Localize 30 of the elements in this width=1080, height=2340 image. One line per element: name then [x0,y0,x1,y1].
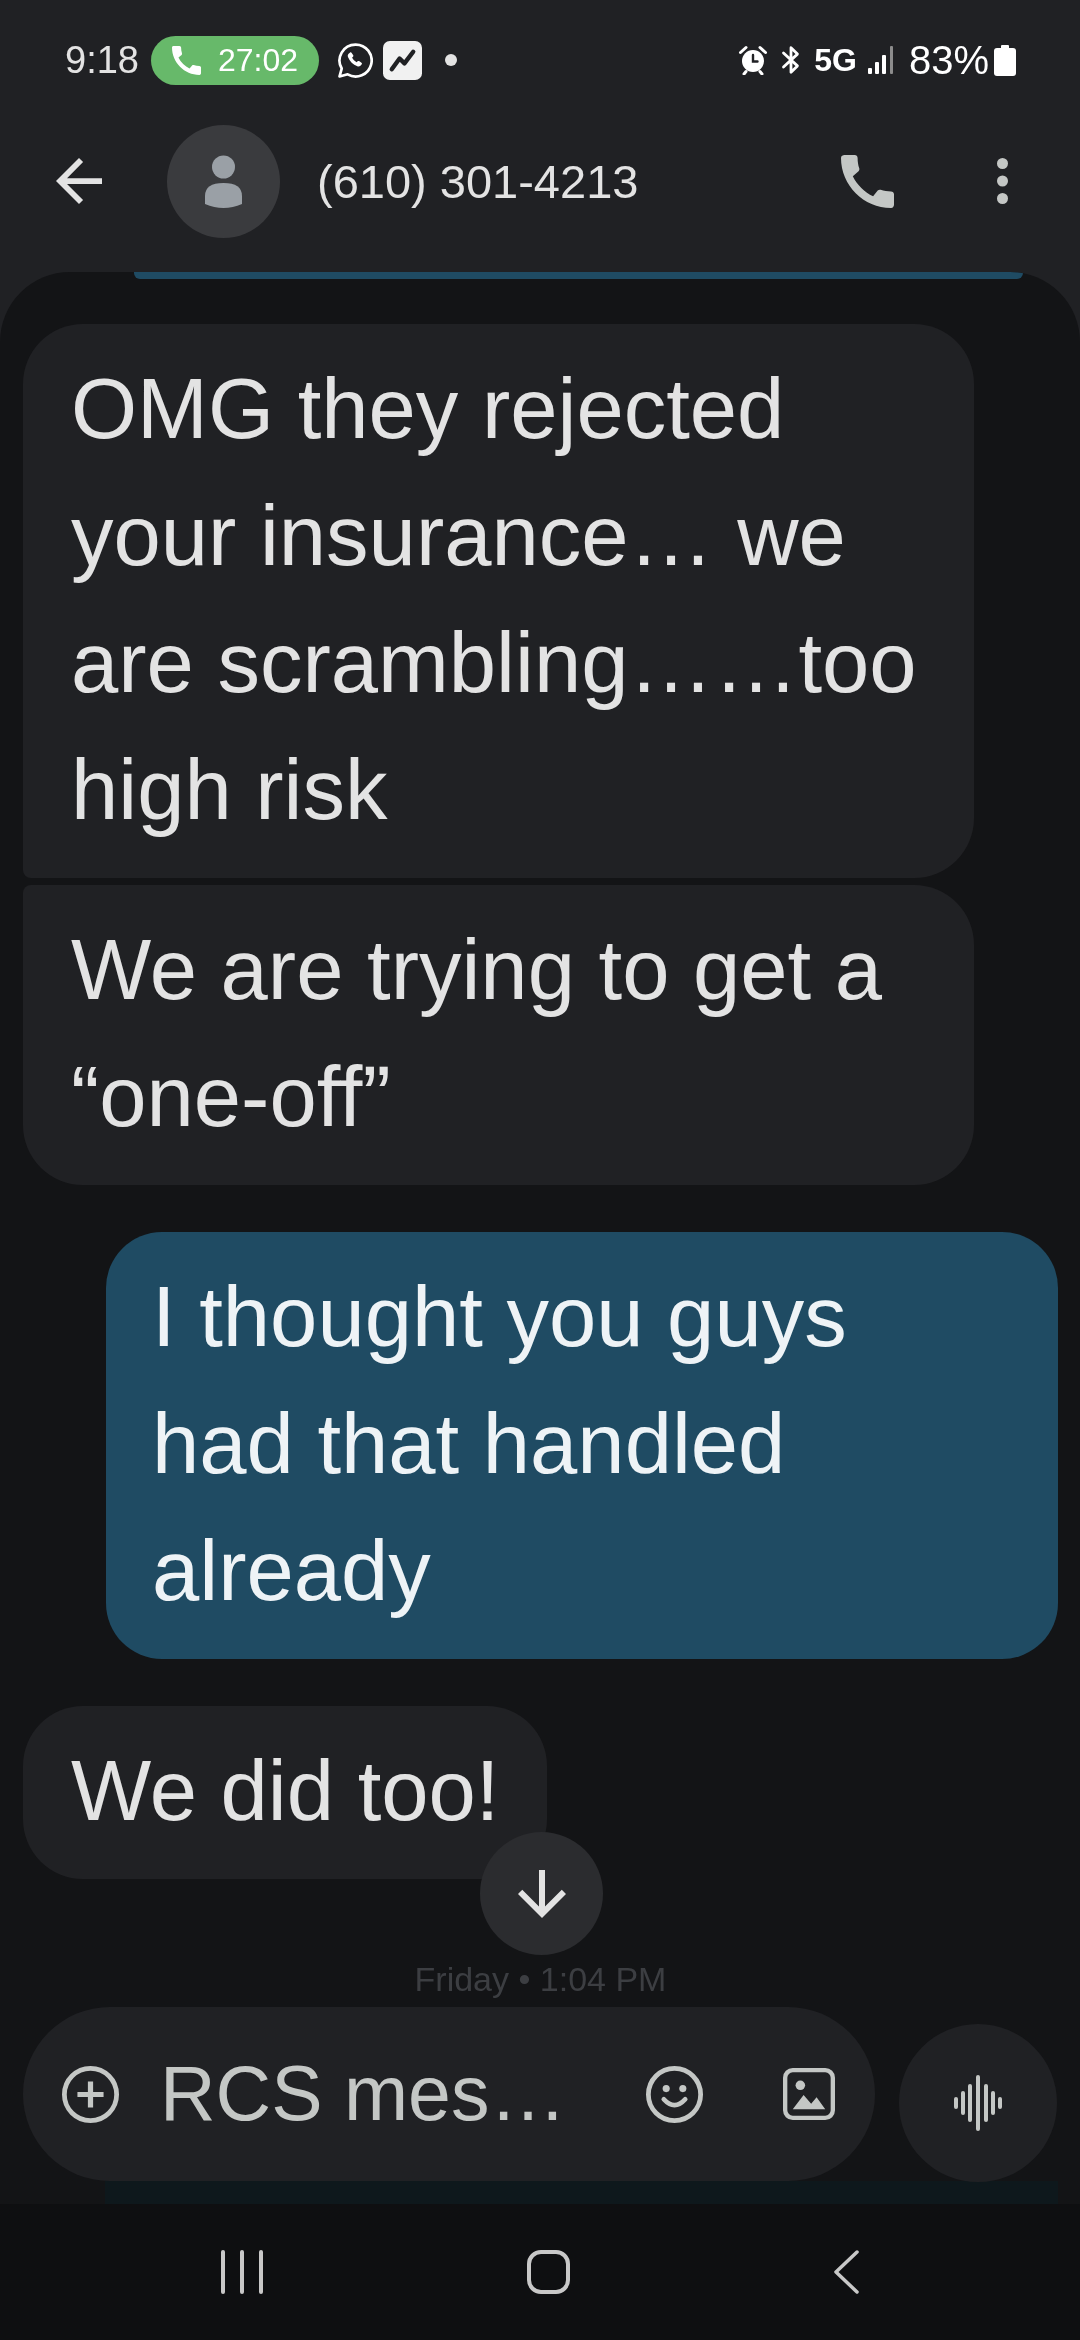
signal-icon [867,46,895,74]
back-icon[interactable] [56,158,102,204]
emoji-icon[interactable] [646,2065,703,2123]
message-bubble: We are trying to get a “one-off” [23,885,974,1185]
message-input[interactable]: RCS mes… [160,2044,600,2144]
image-icon[interactable] [783,2068,835,2120]
message-bubble: I thought you guys had that handled already [106,1232,1058,1659]
compose-bar[interactable]: RCS mes… [23,2007,875,2181]
message-bubble: OMG they rejected your insurance… we are scrambling……too high risk [23,324,974,878]
message-bubble: We did too! [23,1706,548,1879]
back-icon[interactable] [834,2250,859,2294]
network-type: 5G [814,44,857,76]
phone-icon[interactable] [841,154,894,208]
alarm-icon [738,45,769,75]
recent-apps-icon[interactable] [221,2250,263,2294]
waveform-icon [954,2075,1002,2131]
call-chip[interactable]: 27:02 [150,35,320,85]
battery-percent: 83% [908,40,989,80]
more-options-icon[interactable] [997,158,1008,204]
notification-dot-icon [445,54,458,66]
battery-icon [994,44,1016,76]
bluetooth-icon [781,45,802,75]
add-icon[interactable] [62,2065,119,2123]
zigzag-app-icon [383,40,423,80]
clock-time: 9:18 [65,41,139,79]
home-icon[interactable] [527,2250,570,2294]
phone-icon [171,45,201,75]
chat-phone-icon [338,42,374,78]
avatar-icon[interactable] [167,124,280,238]
arrow-down-icon [517,1869,566,1918]
